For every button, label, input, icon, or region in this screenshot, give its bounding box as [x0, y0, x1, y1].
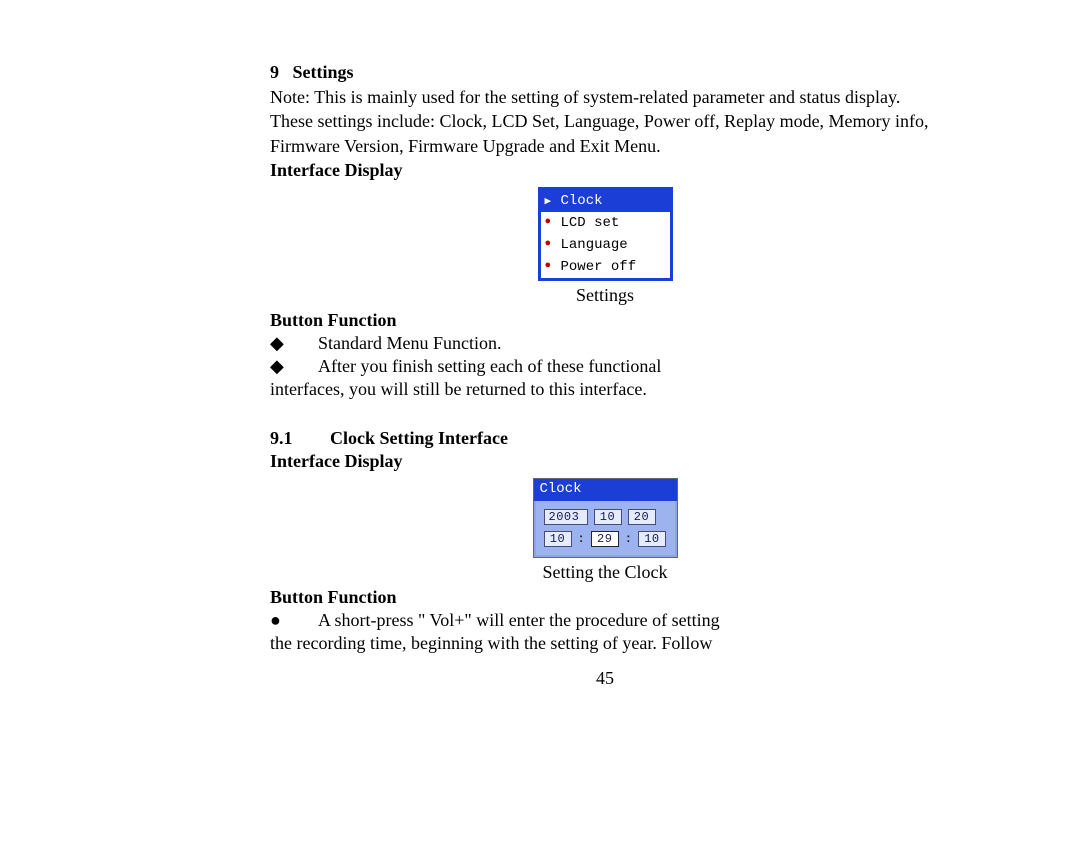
bullet-dot-icon: ● [545, 217, 559, 228]
settings-item-label: Language [559, 237, 628, 253]
diamond-bullet-icon: ◆ [270, 356, 318, 377]
settings-item-label: LCD set [559, 215, 620, 231]
settings-menu-item-language[interactable]: ● Language [541, 234, 670, 256]
clock-hour-field[interactable]: 10 [544, 531, 572, 547]
settings-menu-lcd: ▶ Clock ● LCD set ● Language ● Power off [538, 187, 673, 281]
settings-item-label: Clock [559, 193, 603, 209]
settings-menu-item-poweroff[interactable]: ● Power off [541, 256, 670, 278]
clock-lcd-caption: Setting the Clock [270, 562, 940, 583]
diamond-bullet-icon: ◆ [270, 333, 318, 354]
bullet-continuation: interfaces, you will still be returned t… [270, 379, 940, 400]
clock-date-row: 2003 10 20 [544, 509, 667, 525]
section-9-heading: 9 Settings [270, 62, 940, 83]
clock-second-field[interactable]: 10 [638, 531, 666, 547]
clock-day-field[interactable]: 20 [628, 509, 656, 525]
settings-item-label: Power off [559, 259, 637, 275]
interface-display-label-2: Interface Display [270, 451, 940, 472]
bullet-dot-icon: ● [545, 261, 559, 272]
bullet-item: ◆ Standard Menu Function. [270, 333, 940, 354]
section-9-note: Note: This is mainly used for the settin… [270, 85, 940, 158]
bullet-text: Standard Menu Function. [318, 333, 940, 354]
clock-time-row: 10 : 29 : 10 [544, 531, 667, 547]
settings-menu-item-clock[interactable]: ▶ Clock [541, 190, 670, 212]
bullet-text: A short-press " Vol+" will enter the pro… [318, 610, 940, 631]
disc-bullet-icon: ● [270, 610, 318, 631]
clock-setting-lcd: Clock 2003 10 20 10 : 29 : 10 [533, 478, 678, 558]
section-9-title: Settings [293, 62, 354, 82]
section-91-num: 9.1 [270, 428, 330, 449]
colon-icon: : [625, 532, 632, 546]
bullet-text: After you finish setting each of these f… [318, 356, 940, 377]
clock-lcd-title: Clock [534, 479, 677, 501]
section-9-num: 9 [270, 62, 279, 82]
settings-lcd-caption: Settings [270, 285, 940, 306]
bullet-continuation: the recording time, beginning with the s… [270, 633, 940, 654]
clock-year-field[interactable]: 2003 [544, 509, 588, 525]
page-number: 45 [270, 668, 940, 689]
clock-month-field[interactable]: 10 [594, 509, 622, 525]
colon-icon: : [578, 532, 585, 546]
settings-menu-item-lcdset[interactable]: ● LCD set [541, 212, 670, 234]
section-91-heading: 9.1Clock Setting Interface [270, 428, 940, 449]
selected-triangle-icon: ▶ [545, 194, 559, 208]
bullet-item: ◆ After you finish setting each of these… [270, 356, 940, 377]
button-function-label-2: Button Function [270, 587, 940, 608]
bullet-dot-icon: ● [545, 239, 559, 250]
clock-minute-field[interactable]: 29 [591, 531, 619, 547]
bullet-item: ● A short-press " Vol+" will enter the p… [270, 610, 940, 631]
section-91-title: Clock Setting Interface [330, 428, 508, 448]
interface-display-label-1: Interface Display [270, 160, 940, 181]
button-function-label-1: Button Function [270, 310, 940, 331]
